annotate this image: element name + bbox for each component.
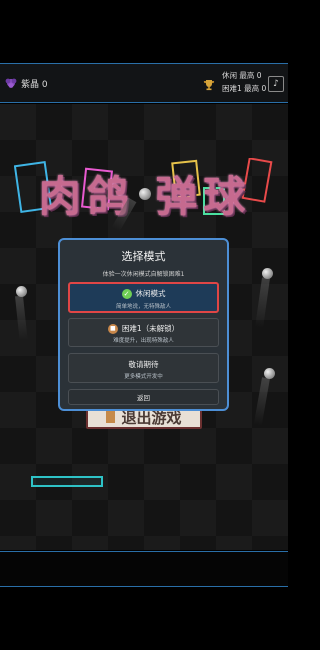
player-paddle[interactable] [31, 476, 103, 487]
ball [139, 188, 151, 200]
mode-title: 休闲模式 [135, 289, 166, 298]
mode-option-casual[interactable]: ✓ 休闲模式 简单地说，无特殊敌人 [68, 282, 219, 313]
music-note-icon: ♪ [273, 79, 279, 89]
amethyst-icon [5, 78, 17, 88]
lock-icon: ■ [107, 323, 118, 334]
mode-title: 敬请期待 [128, 360, 159, 369]
amethyst-count: 紫晶 0 [21, 80, 48, 90]
dialog-subtitle: 体验一次休闲模式自解锁困难1 [102, 271, 185, 278]
casual-high-score: 休闲 最高 0 [222, 71, 262, 80]
exit-door-icon [106, 411, 116, 423]
mode-desc: 更多模式开发中 [124, 374, 163, 380]
trophy-icon [203, 80, 215, 91]
dialog-title: 选择模式 [121, 250, 166, 263]
bottom-bar [0, 551, 288, 587]
mode-desc: 简单地说，无特殊敌人 [115, 304, 171, 310]
ball [262, 268, 273, 279]
music-toggle-button[interactable]: ♪ [268, 76, 284, 92]
mode-title: 困难1（未解锁） [121, 324, 180, 333]
mode-select-dialog: 选择模式 体验一次休闲模式自解锁困难1 ✓ 休闲模式 简单地说，无特殊敌人 ■ … [58, 238, 229, 411]
ball [16, 286, 27, 297]
hard-high-score: 困难1 最高 0 [222, 84, 267, 93]
back-button-label: 返回 [137, 394, 150, 402]
mode-option-hard1[interactable]: ■ 困难1（未解锁） 难度提升，出现特殊敌人 [68, 318, 219, 347]
mode-desc: 难度提升，出现特殊敌人 [113, 338, 174, 344]
ball [264, 368, 275, 379]
mode-option-coming-soon[interactable]: 敬请期待 更多模式开发中 [68, 353, 219, 383]
check-icon: ✓ [121, 288, 132, 299]
back-button[interactable]: 返回 [68, 389, 219, 405]
top-status-bar: 紫晶 0 休闲 最高 0 困难1 最高 0 ♪ [0, 63, 288, 103]
